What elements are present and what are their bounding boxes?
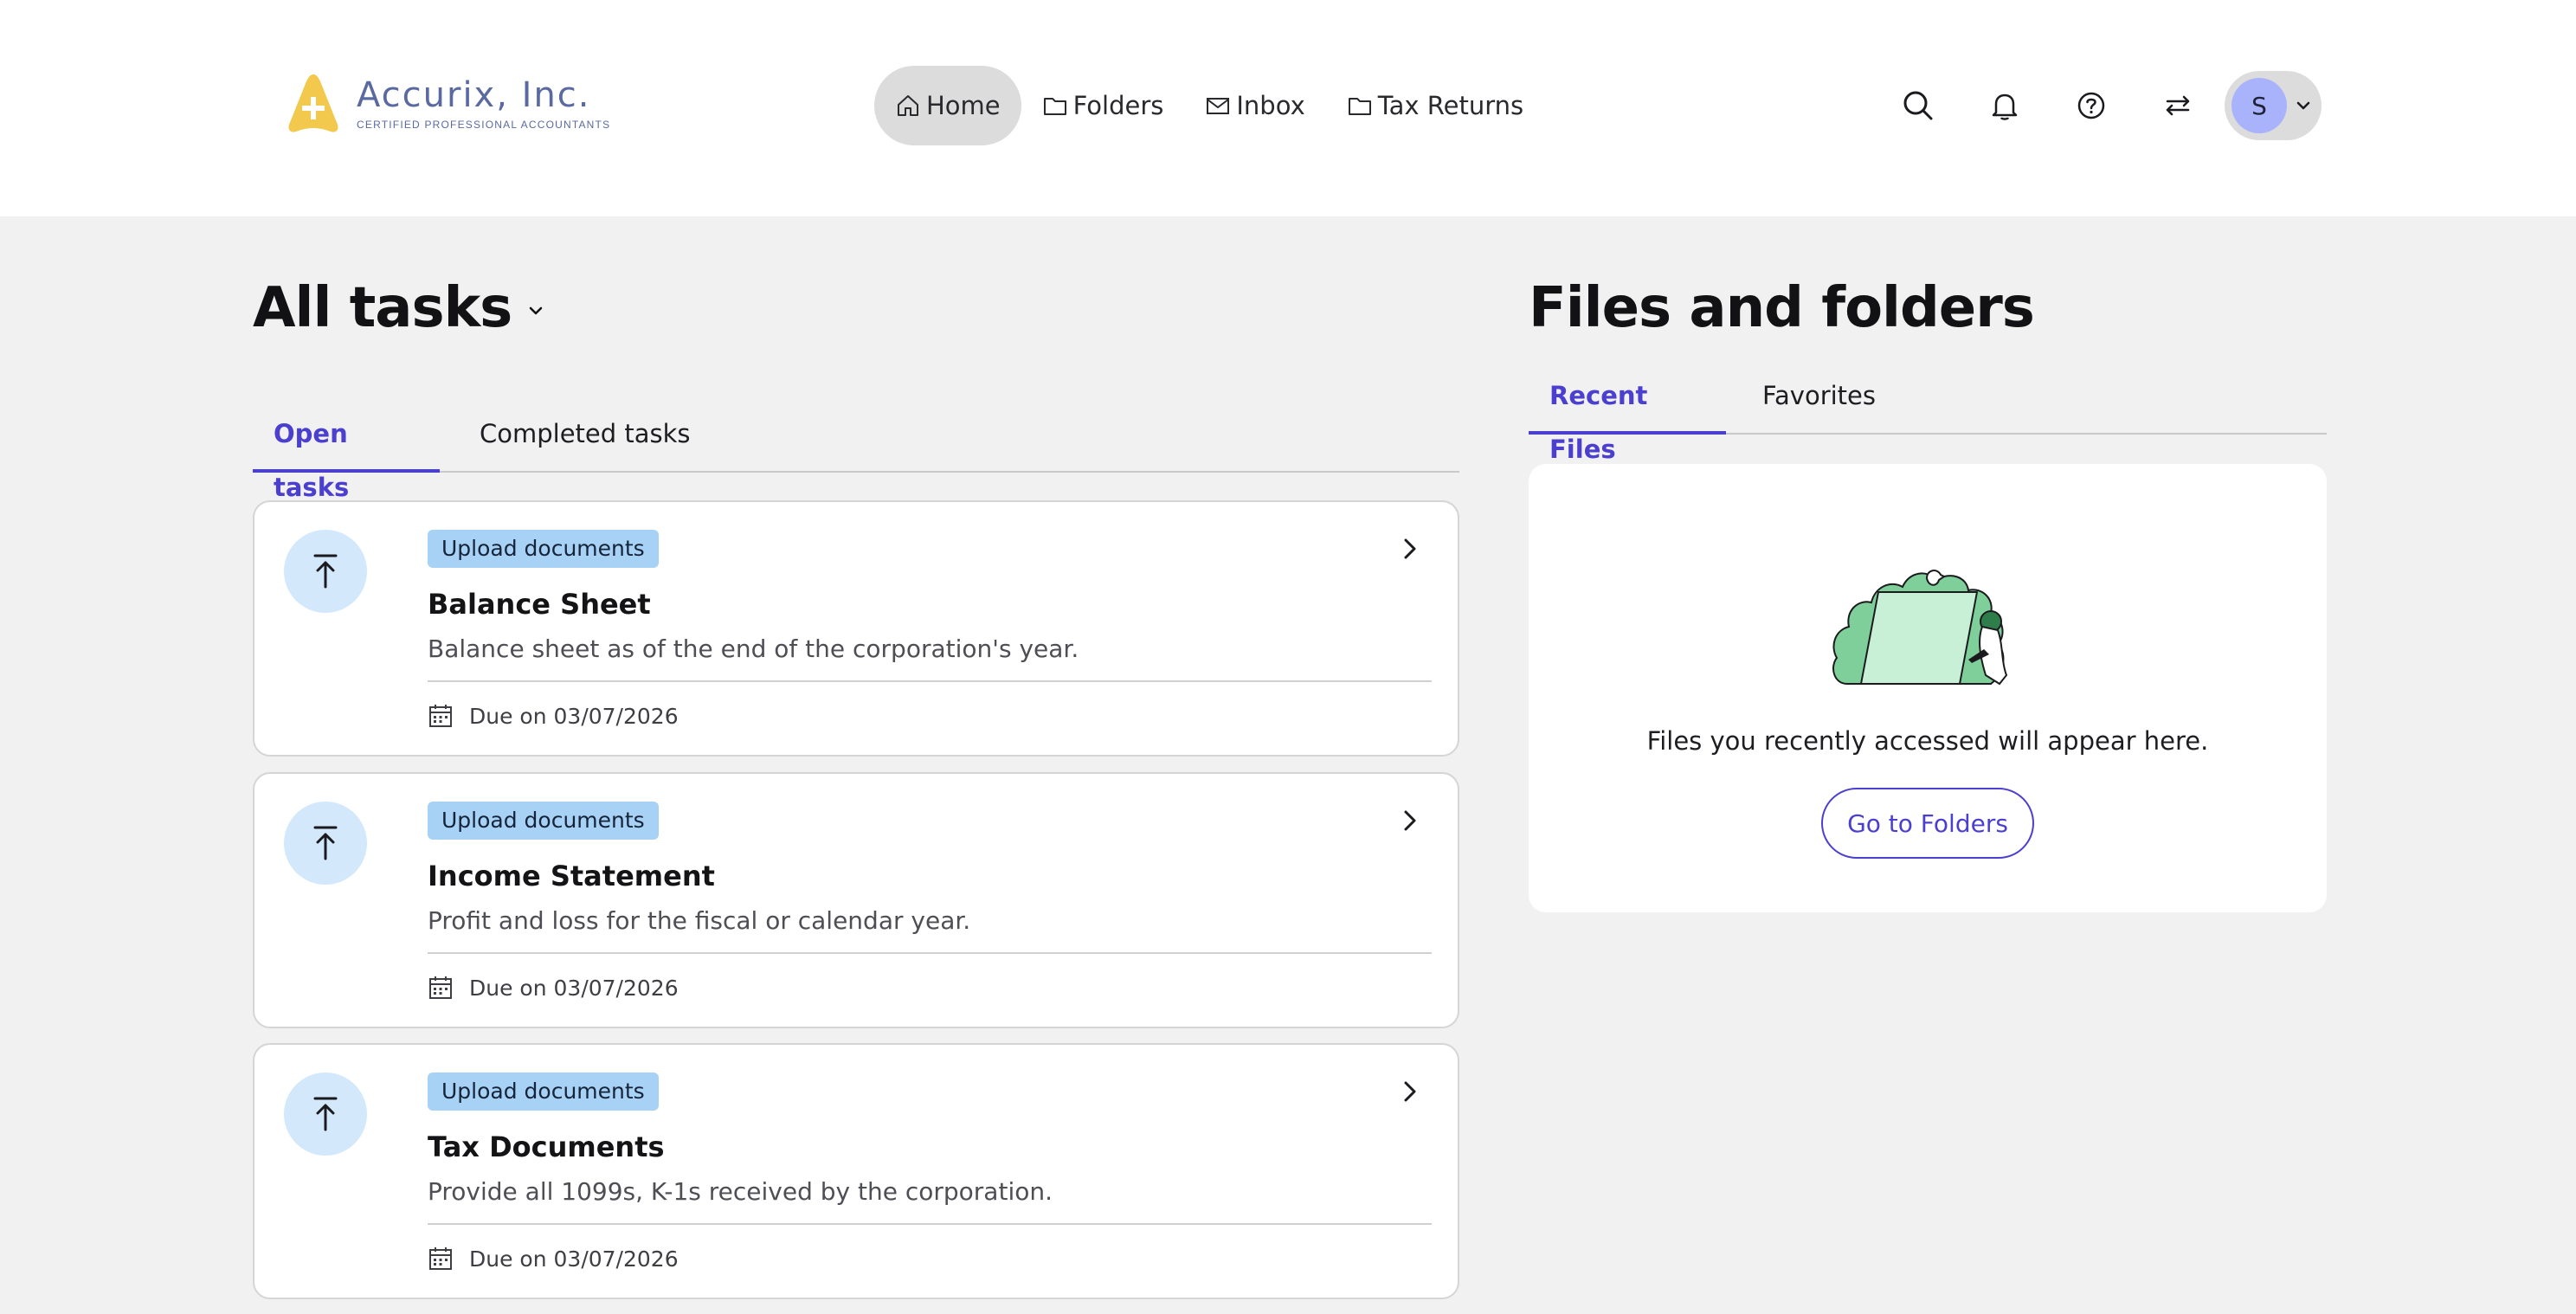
task-type-badge: Upload documents — [428, 1072, 659, 1111]
folder-icon — [1043, 98, 1066, 115]
folder-icon — [1348, 98, 1371, 115]
task-due-text: Due on 03/07/2026 — [469, 975, 679, 1001]
task-due-date: Due on 03/07/2026 — [428, 703, 679, 729]
mail-icon — [1207, 98, 1230, 114]
task-due-date: Due on 03/07/2026 — [428, 1246, 679, 1272]
task-description: Balance sheet as of the end of the corpo… — [428, 634, 1079, 663]
nav-folders-label: Folders — [1072, 91, 1164, 120]
main-nav: Home Folders Inbox Tax Returns — [874, 66, 1544, 145]
upload-icon — [313, 826, 338, 860]
task-type-badge: Upload documents — [428, 530, 659, 568]
calendar-icon — [429, 976, 452, 999]
user-menu-button[interactable]: S — [2225, 71, 2322, 140]
task-description: Provide all 1099s, K-1s received by the … — [428, 1177, 1053, 1206]
files-section-title: Files and folders — [1529, 276, 2035, 340]
upload-icon — [313, 554, 338, 589]
recent-files-panel: Files you recently accessed will appear … — [1529, 464, 2327, 912]
calendar-icon — [429, 705, 452, 727]
task-card[interactable]: Upload documents Income Statement Profit… — [253, 772, 1459, 1028]
tasks-filter-dropdown[interactable]: All tasks — [253, 275, 546, 341]
nav-folders[interactable]: Folders — [1021, 66, 1185, 145]
logo-subtitle: CERTIFIED PROFESSIONAL ACCOUNTANTS — [357, 119, 611, 131]
empty-state-message: Files you recently accessed will appear … — [1646, 726, 2209, 756]
divider — [428, 680, 1432, 682]
nav-tax-returns-label: Tax Returns — [1377, 91, 1524, 120]
logo-mark-icon — [288, 74, 338, 132]
nav-inbox[interactable]: Inbox — [1184, 66, 1325, 145]
task-tabs: Open tasks Completed tasks — [253, 407, 1459, 502]
header-actions — [1892, 69, 2238, 142]
nav-inbox-label: Inbox — [1236, 91, 1305, 120]
help-icon — [2077, 92, 2105, 119]
nav-tax-returns[interactable]: Tax Returns — [1326, 66, 1544, 145]
tab-completed-tasks[interactable]: Completed tasks — [459, 407, 712, 473]
task-card[interactable]: Upload documents Balance Sheet Balance s… — [253, 500, 1459, 757]
tab-open-tasks[interactable]: Open tasks — [253, 407, 440, 502]
empty-state-illustration — [1832, 570, 2008, 686]
divider — [428, 1223, 1432, 1225]
task-description: Profit and loss for the fiscal or calend… — [428, 906, 971, 935]
upload-icon — [313, 1097, 338, 1131]
chevron-down-icon — [2296, 101, 2310, 110]
chevron-down-icon — [529, 306, 543, 315]
tab-favorites[interactable]: Favorites — [1742, 369, 1897, 435]
task-title: Tax Documents — [428, 1130, 665, 1163]
bell-icon — [1992, 93, 2018, 120]
go-to-folders-button[interactable]: Go to Folders — [1821, 788, 2034, 859]
task-due-text: Due on 03/07/2026 — [469, 1246, 679, 1272]
task-title: Income Statement — [428, 860, 715, 892]
chevron-right-icon — [1404, 1081, 1416, 1102]
page-title: All tasks — [253, 276, 512, 340]
tab-recent-files[interactable]: Recent Files — [1529, 369, 1726, 464]
help-button[interactable] — [2065, 80, 2117, 132]
task-title: Balance Sheet — [428, 588, 651, 621]
task-type-badge: Upload documents — [428, 802, 659, 840]
chevron-right-icon — [1404, 810, 1416, 831]
task-due-text: Due on 03/07/2026 — [469, 703, 679, 729]
chevron-right-icon — [1404, 538, 1416, 559]
switch-account-button[interactable] — [2152, 80, 2204, 132]
notifications-button[interactable] — [1979, 80, 2031, 132]
company-logo[interactable]: Accurix, Inc. CERTIFIED PROFESSIONAL ACC… — [284, 71, 610, 135]
nav-home[interactable]: Home — [874, 66, 1021, 145]
upload-icon-circle — [284, 802, 367, 885]
calendar-icon — [429, 1247, 452, 1270]
nav-home-label: Home — [926, 91, 1001, 120]
logo-name: Accurix, Inc. — [357, 75, 591, 115]
upload-icon-circle — [284, 1072, 367, 1156]
home-icon — [898, 95, 918, 116]
search-button[interactable] — [1892, 80, 1944, 132]
task-card[interactable]: Upload documents Tax Documents Provide a… — [253, 1043, 1459, 1299]
upload-icon-circle — [284, 530, 367, 613]
files-tabs: Recent Files Favorites — [1529, 369, 2327, 464]
top-header: Accurix, Inc. CERTIFIED PROFESSIONAL ACC… — [0, 0, 2576, 216]
search-icon — [1903, 91, 1933, 120]
task-due-date: Due on 03/07/2026 — [428, 975, 679, 1001]
avatar: S — [2231, 78, 2287, 133]
divider — [428, 952, 1432, 954]
switch-icon — [2166, 95, 2190, 116]
